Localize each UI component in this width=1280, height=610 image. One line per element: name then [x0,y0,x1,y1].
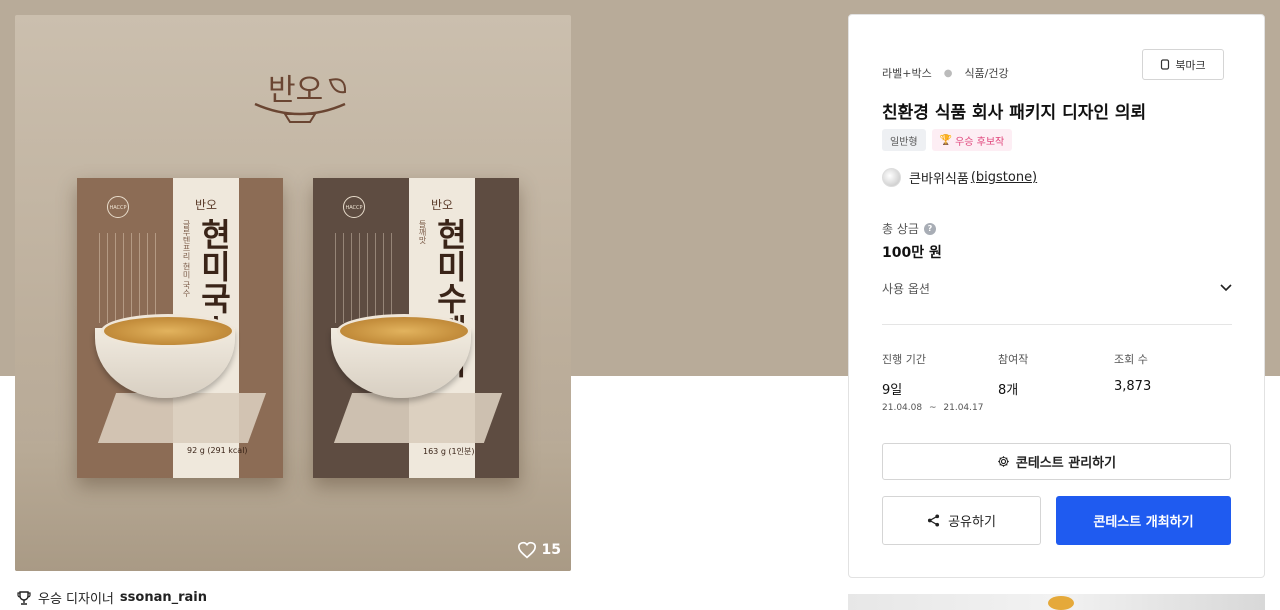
share-button[interactable]: 공유하기 [882,496,1041,545]
total-prize-value: 100만 원 [882,245,942,261]
heart-icon [517,541,536,559]
contest-info-panel: 라벨+박스 ● 식품/건강 북마크 친환경 식품 회사 패키지 디자인 의뢰 일… [848,14,1265,578]
host-contest-button[interactable]: 콘테스트 개최하기 [1056,496,1231,545]
breadcrumb-item[interactable]: 식품/건강 [964,65,1008,81]
date-separator: ~ [928,403,937,413]
winning-designer: 우승 디자이너 ssonan_rain [16,588,207,607]
host-contest-label: 콘테스트 개최하기 [1093,515,1194,530]
haccp-badge: HACCP [107,196,129,218]
award-badge-label: 우승 후보작 [955,136,1005,148]
total-prize-label: 총 상금 ? [882,220,936,237]
share-label: 공유하기 [948,515,996,530]
usage-options-toggle[interactable]: 사용 옵션 [882,277,1232,299]
contest-stats: 진행 기간 9일 21.04.08 ~ 21.04.17 참여작 8개 조회 수… [882,351,1230,413]
contest-title: 친환경 식품 회사 패키지 디자인 의뢰 [882,103,1147,123]
company-link[interactable]: 큰바위식품 (bigstone) [882,168,1037,187]
card-thumbnail [1048,596,1074,610]
brand-logo: 반오 [254,73,347,123]
divider [882,324,1232,325]
stat-period: 진행 기간 9일 21.04.08 ~ 21.04.17 [882,351,998,413]
trophy-icon [17,590,31,605]
designer-label: 우승 디자이너 [38,592,114,607]
designer-name[interactable]: ssonan_rain [120,590,207,605]
like-count: 15 [541,542,561,558]
bookmark-label: 북마크 [1175,58,1206,72]
package-weight: 92 g (291 kcal) [187,446,248,455]
gear-icon [998,456,1009,467]
product-image[interactable]: 반오 HACCP 반오 글루텐프리 현미 국수 현미국수 92 g (291 k… [15,15,571,571]
stat-views: 조회 수 3,873 [1114,351,1230,413]
like-button[interactable]: 15 [517,541,561,559]
next-card-preview[interactable] [848,594,1265,610]
stat-label: 참여작 [998,353,1029,366]
share-icon [928,514,940,527]
company-avatar [882,168,901,187]
contest-tags: 일반형 🏆 우승 후보작 [882,129,1013,151]
stat-entries: 참여작 8개 [998,351,1114,413]
award-badge: 🏆 우승 후보작 [931,129,1013,151]
package-weight: 163 g (1인분) [423,447,475,456]
napkin [333,393,503,443]
breadcrumb-separator: ● [943,67,953,79]
svg-text:반오: 반오 [268,73,323,108]
stat-label: 진행 기간 [882,353,926,366]
manage-contest-button[interactable]: 콘테스트 관리하기 [882,443,1231,480]
stat-dates: 21.04.08 ~ 21.04.17 [882,403,998,413]
package-brown-rice-sujebi: HACCP 반오 들깨맛 현미수제비 163 g (1인분) [313,178,519,478]
contest-type-badge: 일반형 [882,129,926,151]
breadcrumb-item[interactable]: 라벨+박스 [882,65,932,81]
manage-contest-label: 콘테스트 관리하기 [1015,456,1117,471]
bookmark-button[interactable]: 북마크 [1142,49,1224,80]
chevron-down-icon [1220,284,1232,292]
usage-options-label: 사용 옵션 [882,281,930,296]
haccp-badge: HACCP [343,196,365,218]
bookmark-icon [1161,59,1170,70]
end-date: 21.04.17 [943,403,984,413]
company-name: 큰바위식품 [909,172,969,187]
package-brown-rice-noodle: HACCP 반오 글루텐프리 현미 국수 현미국수 92 g (291 kcal… [77,178,283,478]
prize-label-text: 총 상금 [882,222,919,236]
breadcrumb: 라벨+박스 ● 식품/건강 [882,65,1009,81]
stat-value: 9일 [882,383,903,398]
trophy-icon: 🏆 [939,134,953,146]
package-description-text [99,233,159,323]
package-mini-logo: 반오 [430,198,454,212]
stat-value: 3,873 [1114,379,1152,394]
stat-value: 8개 [998,383,1019,398]
package-mini-logo: 반오 [194,198,218,212]
help-icon[interactable]: ? [923,222,936,235]
package-description-text [335,233,395,323]
start-date: 21.04.08 [882,403,923,413]
napkin [97,393,267,443]
company-handle[interactable]: (bigstone) [971,170,1037,185]
stat-label: 조회 수 [1114,353,1148,366]
